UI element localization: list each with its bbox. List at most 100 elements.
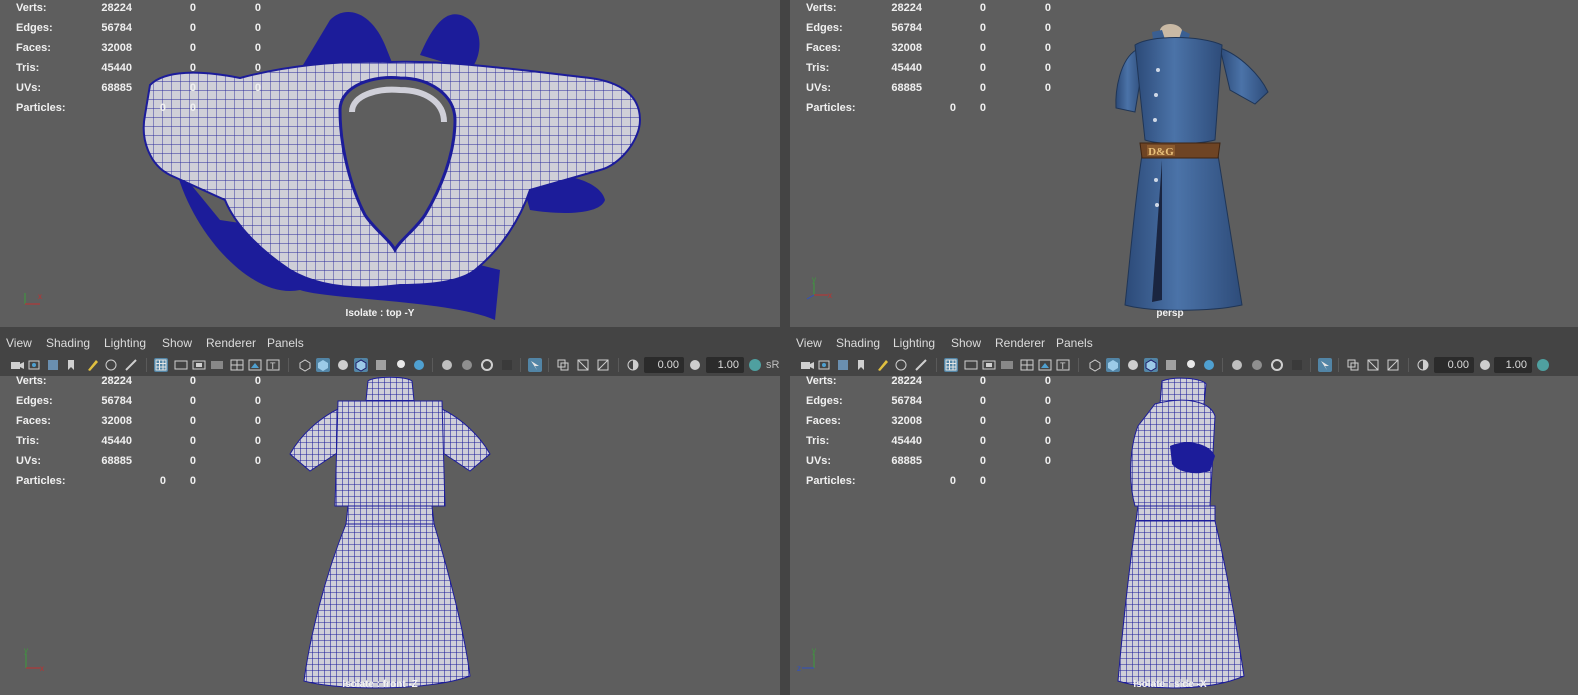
exposure-field[interactable]: 0.00 [1434, 357, 1474, 373]
menu-panels[interactable]: Panels [1056, 336, 1093, 350]
wireframe-icon[interactable] [1088, 358, 1102, 372]
menu-show[interactable]: Show [162, 336, 192, 350]
field-chart-icon[interactable] [230, 358, 244, 372]
viewport-camera-label: Isolate : front -Z [342, 679, 418, 690]
use-default-material-icon[interactable] [336, 358, 350, 372]
sync-camera-icon[interactable] [104, 358, 118, 372]
color-management-icon[interactable] [1536, 358, 1550, 372]
exposure-icon[interactable] [626, 358, 640, 372]
safe-action-icon[interactable] [248, 358, 262, 372]
field-chart-icon[interactable] [1020, 358, 1034, 372]
gate-mask-icon[interactable] [210, 358, 224, 372]
grid-icon[interactable] [944, 358, 958, 372]
xray-active-components-icon[interactable] [1366, 358, 1380, 372]
panel-menu-bar: View Shading Lighting Show Renderer Pane… [0, 331, 780, 355]
viewport-bottom-right[interactable]: Verts: 28224 0 0 Edges: 56784 0 0 Faces: 32008 0… [790, 376, 1578, 695]
stats-hud: Verts: 28224 0 0 Edges: 56784 0 0 Faces: 32008 0… [16, 2, 261, 114]
shadows-icon[interactable] [412, 358, 426, 372]
axis-gizmo-icon: y x [806, 275, 832, 300]
use-default-material-icon[interactable] [1126, 358, 1140, 372]
smooth-shade-icon[interactable] [1106, 358, 1120, 372]
menu-lighting[interactable]: Lighting [893, 336, 935, 350]
svg-text:y: y [812, 646, 816, 655]
gamma-icon[interactable] [1478, 358, 1492, 372]
textured-icon[interactable] [374, 358, 388, 372]
image-plane-icon[interactable] [836, 358, 850, 372]
shadows-icon[interactable] [1202, 358, 1216, 372]
depth-of-field-icon[interactable] [1290, 358, 1304, 372]
wireframe-on-shaded-icon[interactable] [354, 358, 368, 372]
stats-hud: Verts: 28224 0 0 Edges: 56784 0 0 Faces: 32008 0… [806, 376, 1051, 487]
anti-aliasing-icon[interactable] [1270, 358, 1284, 372]
camera-attributes-icon[interactable] [28, 358, 42, 372]
camera-attributes-icon[interactable] [818, 358, 832, 372]
menu-shading[interactable]: Shading [46, 336, 90, 350]
grease-pencil-icon[interactable] [876, 358, 890, 372]
film-gate-icon[interactable] [174, 358, 188, 372]
xray-icon[interactable] [1346, 358, 1360, 372]
toolbar-separator [520, 358, 521, 372]
viewport-bottom-left[interactable]: Verts: 28224 0 0 Edges: 56784 0 0 Faces: 32008 0… [0, 376, 780, 695]
toolbar-separator [1222, 358, 1223, 372]
bookmark-icon[interactable] [854, 358, 868, 372]
ambient-occlusion-icon[interactable] [440, 358, 454, 372]
menu-lighting[interactable]: Lighting [104, 336, 146, 350]
lights-icon[interactable] [394, 358, 408, 372]
exposure-field[interactable]: 0.00 [644, 357, 684, 373]
toolbar-separator [288, 358, 289, 372]
wireframe-icon[interactable] [298, 358, 312, 372]
gamma-field[interactable]: 1.00 [1494, 357, 1532, 373]
toolbar-separator [936, 358, 937, 372]
menu-renderer[interactable]: Renderer [206, 336, 256, 350]
exposure-icon[interactable] [1416, 358, 1430, 372]
menu-shading[interactable]: Shading [836, 336, 880, 350]
isolate-select-icon[interactable] [1318, 358, 1332, 372]
menu-show[interactable]: Show [951, 336, 981, 350]
color-management-icon[interactable] [748, 358, 762, 372]
resolution-gate-icon[interactable] [192, 358, 206, 372]
grid-icon[interactable] [154, 358, 168, 372]
bookmark-icon[interactable] [64, 358, 78, 372]
image-plane-icon[interactable] [46, 358, 60, 372]
grease-pencil-icon[interactable] [86, 358, 100, 372]
toolbar-separator [1338, 358, 1339, 372]
xray-icon[interactable] [556, 358, 570, 372]
gamma-icon[interactable] [688, 358, 702, 372]
safe-title-icon[interactable]: T [1056, 358, 1070, 372]
panel-menu-bar: View Shading Lighting Show Renderer Pane… [790, 331, 1578, 355]
viewport-camera-label: Isolate : top -Y [345, 308, 415, 319]
menu-panels[interactable]: Panels [267, 336, 304, 350]
sync-camera-icon[interactable] [894, 358, 908, 372]
safe-action-icon[interactable] [1038, 358, 1052, 372]
gamma-field[interactable]: 1.00 [706, 357, 744, 373]
xray-joints-icon[interactable] [1386, 358, 1400, 372]
menu-renderer[interactable]: Renderer [995, 336, 1045, 350]
viewport-top-right[interactable]: D&G Verts: 28224 0 0 Edges: 56784 0 0 Faces: 32… [790, 0, 1578, 327]
lights-icon[interactable] [1184, 358, 1198, 372]
safe-title-icon[interactable]: T [266, 358, 280, 372]
menu-view[interactable]: View [796, 336, 822, 350]
wireframe-on-shaded-icon[interactable] [1144, 358, 1158, 372]
depth-of-field-icon[interactable] [500, 358, 514, 372]
anti-aliasing-icon[interactable] [480, 358, 494, 372]
smooth-shade-icon[interactable] [316, 358, 330, 372]
film-gate-icon[interactable] [964, 358, 978, 372]
xray-active-components-icon[interactable] [576, 358, 590, 372]
viewport-top-left[interactable]: Verts: 28224 0 0 Edges: 56784 0 0 Faces: 32008 0… [0, 0, 780, 327]
panel-bar-left: View Shading Lighting Show Renderer Pane… [0, 331, 780, 376]
isolate-select-icon[interactable] [528, 358, 542, 372]
camera-icon[interactable] [10, 358, 24, 372]
camera-icon[interactable] [800, 358, 814, 372]
resolution-gate-icon[interactable] [982, 358, 996, 372]
ambient-occlusion-icon[interactable] [1230, 358, 1244, 372]
motion-blur-icon[interactable] [460, 358, 474, 372]
xray-joints-icon[interactable] [596, 358, 610, 372]
motion-blur-icon[interactable] [1250, 358, 1264, 372]
textured-icon[interactable] [1164, 358, 1178, 372]
color-space-label[interactable]: sR [766, 359, 779, 371]
gate-mask-icon[interactable] [1000, 358, 1014, 372]
menu-view[interactable]: View [6, 336, 32, 350]
2d-pan-zoom-icon[interactable] [124, 358, 138, 372]
2d-pan-zoom-icon[interactable] [914, 358, 928, 372]
panel-toolbar: T 0.00 1.00 [790, 355, 1578, 376]
